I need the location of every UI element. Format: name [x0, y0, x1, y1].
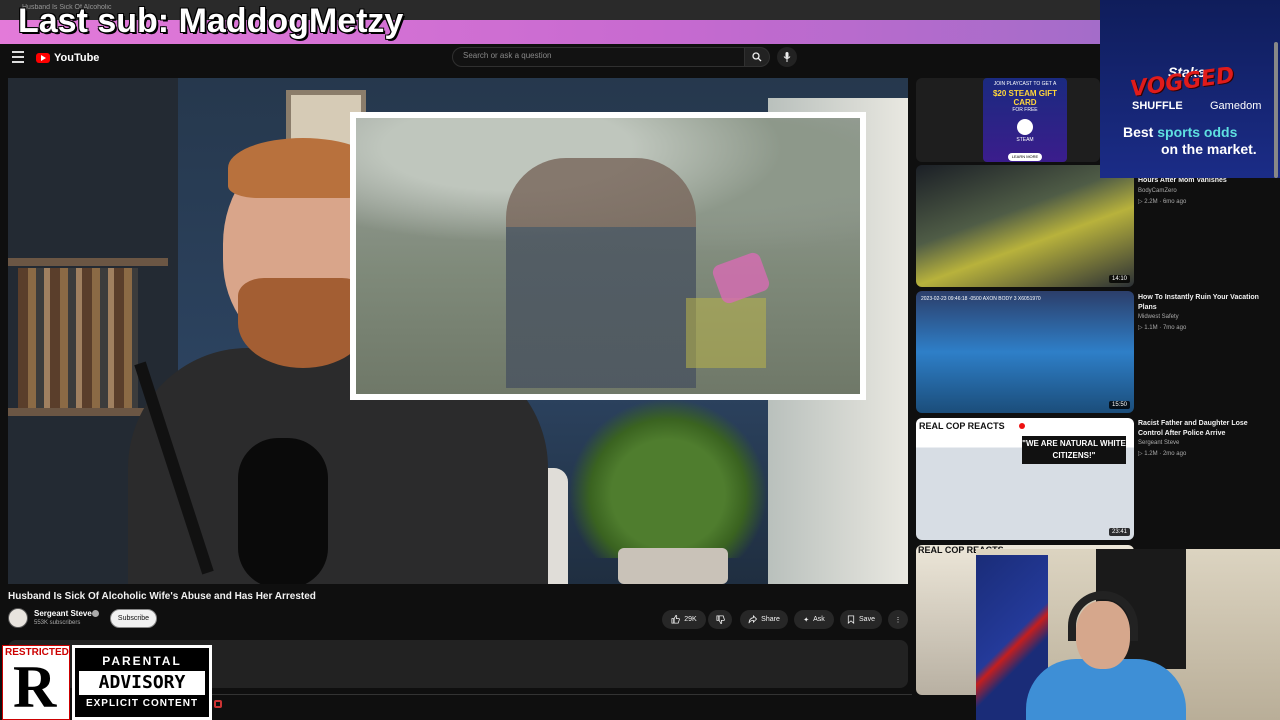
presenter-beard [238, 278, 368, 368]
thumbs-down-icon [715, 615, 725, 624]
ad-headline-line2: on the market. [1161, 141, 1257, 157]
voice-search-button[interactable] [777, 47, 797, 67]
save-label: Save [859, 616, 875, 623]
presenter-microphone [238, 438, 328, 584]
sidebar-channel-name[interactable]: Sergeant Steve [1138, 440, 1179, 446]
more-actions-button[interactable]: ⋮ [888, 610, 908, 629]
ad-headline: Best sports odds [1123, 124, 1237, 140]
sidebar-video-meta: ▷ 1.2M · 2mo ago [1138, 451, 1187, 457]
shuffle-logo: SHUFFLE [1132, 100, 1183, 112]
dislike-button[interactable] [708, 610, 732, 629]
video-duration: 15:50 [1108, 401, 1130, 409]
search-button[interactable] [744, 47, 770, 67]
bookmark-icon [847, 615, 855, 624]
video-duration: 23:41 [1108, 528, 1130, 536]
like-count: 29K [684, 616, 697, 623]
inset-person [506, 158, 696, 388]
sidebar-channel-name[interactable]: BodyCamZero [1138, 188, 1177, 194]
last-sub-banner-text: Last sub: MaddogMetzy [18, 2, 404, 40]
youtube-logo[interactable]: YouTube [36, 51, 99, 65]
steam-logo-icon [1017, 119, 1033, 135]
sidebar-video-meta: ▷ 2.2M · 6mo ago [1138, 199, 1187, 205]
ad-line2: $20 STEAM GIFT CARD [992, 89, 1057, 107]
ad-steam-label: STEAM [1016, 137, 1034, 143]
sparkle-icon: ✦ [803, 616, 810, 624]
sidebar-video-meta: ▷ 1.1M · 7mo ago [1138, 325, 1187, 331]
sidebar-thumbnail[interactable]: REAL COP REACTS "WE ARE NATURAL WHITE CI… [916, 418, 1134, 540]
microphone-icon [783, 52, 791, 62]
sidebar-thumbnail[interactable]: 2023-02-23 09:46:18 -0500 AXON BODY 3 X6… [916, 291, 1134, 413]
hamburger-menu-icon[interactable] [12, 51, 24, 63]
sidebar-thumbnail[interactable]: 14:10 [916, 165, 1134, 287]
share-button[interactable]: Share [740, 610, 788, 629]
divider [212, 694, 912, 695]
subscriber-count: 553K subscribers [34, 620, 81, 626]
advisory-bottom-text: EXPLICIT CONTENT [85, 698, 199, 709]
youtube-logo-text: YouTube [54, 52, 100, 64]
share-label: Share [761, 616, 780, 623]
ad-line1: JOIN PLAYCAST TO GET A [993, 81, 1057, 87]
video-inset-clip [350, 112, 866, 400]
restricted-rating-badge: RESTRICTED R [2, 645, 70, 720]
channel-avatar[interactable] [8, 608, 28, 628]
rating-letter: R [13, 654, 57, 720]
share-arrow-icon [748, 615, 758, 624]
ad-headline-accent: sports odds [1157, 124, 1238, 140]
search-input[interactable]: Search or ask a question [452, 47, 746, 67]
ad-learn-more-button[interactable]: LEARN MORE [1008, 153, 1042, 161]
like-button[interactable]: 29K [662, 610, 706, 629]
thumbs-up-icon [671, 615, 681, 624]
subscribe-button[interactable]: Subscribe [110, 609, 157, 628]
ask-button[interactable]: ✦ Ask [794, 610, 834, 629]
ad-line3: FOR FREE [1012, 107, 1038, 113]
red-dot-icon [1019, 423, 1025, 429]
save-button[interactable]: Save [840, 610, 882, 629]
verified-check-icon [92, 610, 99, 617]
advisory-mid-text: ADVISORY [79, 671, 205, 695]
ask-label: Ask [813, 616, 825, 623]
video-title: Husband Is Sick Of Alcoholic Wife's Abus… [8, 591, 316, 602]
video-plant-pot [618, 548, 728, 584]
scrollbar[interactable] [1274, 42, 1278, 178]
sidebar-video-title[interactable]: Racist Father and Daughter Lose Control … [1138, 419, 1268, 439]
channel-name[interactable]: Sergeant Steve [34, 609, 92, 618]
advisory-top-text: PARENTAL [102, 654, 182, 668]
ad-headline-prefix: Best [1123, 124, 1158, 140]
sidebar-channel-name[interactable]: Midwest Safety [1138, 314, 1179, 320]
video-duration: 14:10 [1108, 275, 1130, 283]
bodycam-timecode: 2023-02-23 09:46:18 -0500 AXON BODY 3 X6… [921, 296, 1041, 302]
video-plant [568, 398, 768, 558]
real-cop-reacts-badge: REAL COP REACTS [919, 421, 1005, 431]
inset-clip-frame [356, 118, 860, 394]
thumbnail-quote: "WE ARE NATURAL WHITE CITIZENS!" [1022, 436, 1126, 464]
streamer-webcam [976, 549, 1280, 720]
parental-advisory-badge: PARENTAL ADVISORY EXPLICIT CONTENT [72, 645, 212, 720]
inset-yellow-overlay [686, 298, 766, 368]
youtube-play-icon [36, 53, 50, 63]
more-vertical-icon: ⋮ [894, 616, 902, 624]
search-icon [752, 52, 762, 62]
gamedom-logo: Gamedom [1210, 100, 1262, 112]
sidebar-video-title[interactable]: How To Instantly Ruin Your Vacation Plan… [1138, 293, 1268, 313]
red-square-icon [214, 700, 222, 708]
sidebar-ad-image[interactable]: JOIN PLAYCAST TO GET A $20 STEAM GIFT CA… [983, 78, 1067, 162]
